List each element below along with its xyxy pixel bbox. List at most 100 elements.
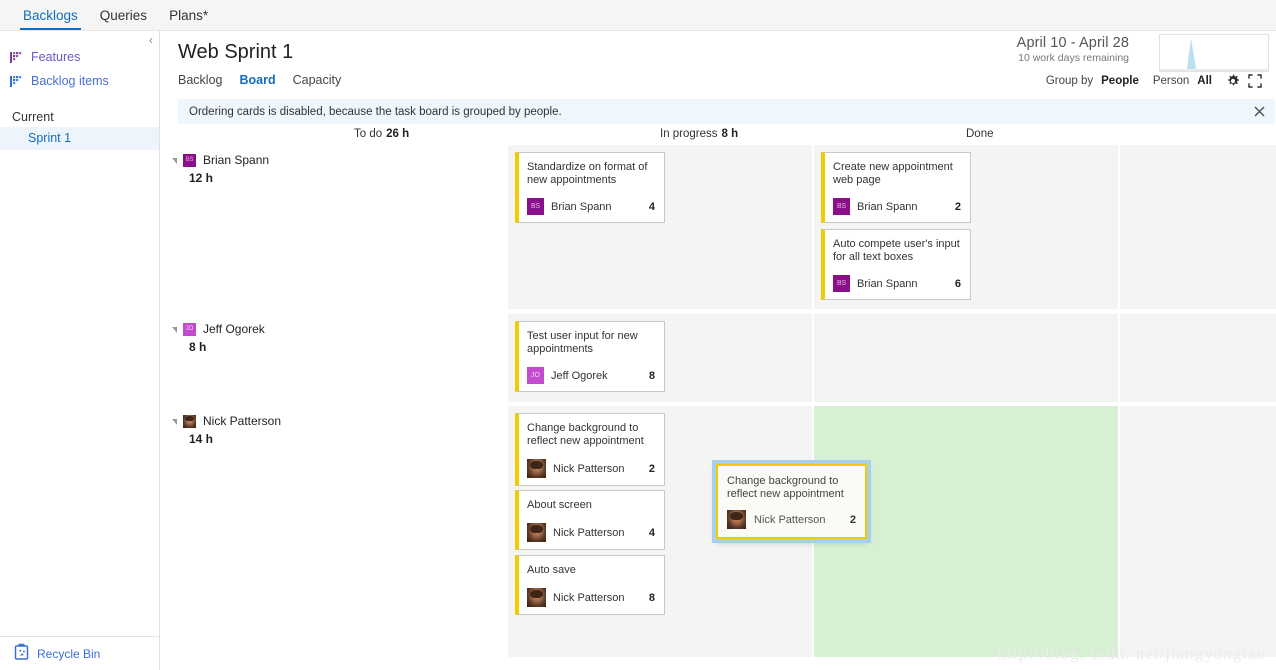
- task-card-points: 4: [648, 200, 655, 213]
- collapse-triangle-icon[interactable]: [172, 327, 177, 333]
- task-card-assignee: Nick Patterson: [553, 591, 625, 604]
- recycle-bin-icon: [14, 643, 29, 665]
- tab-backlog[interactable]: Backlog: [178, 73, 222, 87]
- task-card-points: 8: [648, 369, 655, 382]
- close-icon[interactable]: [1254, 104, 1265, 122]
- column-header-inprogress-hours: 8 h: [721, 128, 739, 140]
- burndown-sparkline[interactable]: [1159, 34, 1269, 72]
- board-toolbar: Group by People Person All: [1046, 74, 1262, 88]
- sidebar-section-current: Current: [12, 110, 54, 124]
- topnav-item-backlogs[interactable]: Backlogs: [12, 9, 89, 30]
- burndown-spike: [1187, 38, 1196, 69]
- topnav-item-queries[interactable]: Queries: [89, 9, 158, 30]
- group-by-value[interactable]: People: [1101, 75, 1139, 87]
- cell-brian-done[interactable]: [1120, 145, 1276, 309]
- burndown-baseline: [1160, 69, 1268, 71]
- cell-brian-inprogress[interactable]: Create new appointment web page Brian Sp…: [814, 145, 1118, 309]
- task-card-title: About screen: [527, 499, 592, 511]
- task-board: Brian Spann 12 h Standardize on format o…: [160, 145, 1276, 657]
- sprint-date-range-text: April 10 - April 28: [1016, 35, 1129, 51]
- sidebar-item-backlog-items-label: Backlog items: [31, 74, 109, 88]
- main-content: Web Sprint 1 Backlog Board Capacity Apri…: [160, 31, 1276, 670]
- dragged-task-card-points: 2: [849, 513, 856, 526]
- tab-capacity[interactable]: Capacity: [293, 73, 342, 87]
- gear-icon[interactable]: [1226, 74, 1240, 88]
- task-card-assignee: Brian Spann: [857, 277, 918, 290]
- person-hours: 12 h: [189, 171, 214, 185]
- avatar: [527, 459, 546, 478]
- task-card-title: Change background to reflect new appoint…: [527, 422, 644, 447]
- left-sidebar: ‹ Features Backlog items Current Sprint …: [0, 31, 160, 670]
- sprint-subtabs: Backlog Board Capacity: [178, 73, 341, 87]
- page-title: Web Sprint 1: [178, 41, 294, 63]
- avatar: [527, 367, 544, 384]
- sidebar-item-features-label: Features: [31, 50, 81, 64]
- task-card-points: 2: [648, 462, 655, 475]
- dragged-task-card-assignee: Nick Patterson: [754, 513, 826, 526]
- sidebar-item-features[interactable]: Features: [0, 45, 159, 69]
- task-card-assignee: Nick Patterson: [553, 526, 625, 539]
- avatar: [727, 510, 746, 529]
- column-header-inprogress: In progress 8 h: [660, 128, 738, 140]
- task-card[interactable]: Change background to reflect new appoint…: [515, 413, 665, 486]
- task-card-title: Create new appointment web page: [833, 161, 953, 186]
- taskboard-app: Backlogs Queries Plans* ‹ Features Backl…: [0, 0, 1276, 670]
- collapse-triangle-icon[interactable]: [172, 419, 177, 425]
- column-header-todo-name: To do: [354, 128, 383, 140]
- sidebar-item-sprint-1[interactable]: Sprint 1: [0, 127, 159, 150]
- column-header-done-name: Done: [966, 128, 994, 140]
- task-card[interactable]: Auto save Nick Patterson 8: [515, 555, 665, 615]
- avatar: [833, 198, 850, 215]
- avatar: [183, 414, 196, 428]
- person-filter-label: Person: [1152, 75, 1190, 87]
- watermark: http://blog. csdn. net/jiangyongtao: [997, 644, 1266, 663]
- dragged-task-card-title: Change background to reflect new appoint…: [727, 475, 844, 500]
- swimlane-brian-spann: Brian Spann 12 h Standardize on format o…: [160, 145, 1276, 309]
- cell-brian-todo[interactable]: Standardize on format of new appointment…: [508, 145, 812, 309]
- recycle-bin-label: Recycle Bin: [37, 646, 101, 661]
- task-card[interactable]: Test user input for new appointments Jef…: [515, 321, 665, 392]
- task-card[interactable]: Auto compete user's input for all text b…: [821, 229, 971, 300]
- column-header-todo-hours: 26 h: [386, 128, 410, 140]
- cell-nick-done[interactable]: [1120, 406, 1276, 657]
- flag-purple-icon: [10, 51, 23, 63]
- task-card-assignee: Brian Spann: [857, 200, 918, 213]
- task-card[interactable]: About screen Nick Patterson 4: [515, 490, 665, 550]
- task-card[interactable]: Standardize on format of new appointment…: [515, 152, 665, 223]
- avatar: [527, 523, 546, 542]
- swimlane-person-header: Jeff Ogorek 8 h: [172, 322, 347, 354]
- task-card-points: 4: [648, 526, 655, 539]
- person-name: Jeff Ogorek: [203, 322, 265, 336]
- chevron-left-icon[interactable]: ‹: [149, 34, 153, 46]
- task-card-assignee: Brian Spann: [551, 200, 612, 213]
- collapse-triangle-icon[interactable]: [172, 158, 177, 164]
- top-navigation: Backlogs Queries Plans*: [0, 0, 1276, 31]
- cell-jeff-done[interactable]: [1120, 314, 1276, 402]
- cell-jeff-inprogress[interactable]: [814, 314, 1118, 402]
- swimlane-person-header: Nick Patterson 14 h: [172, 414, 347, 446]
- fullscreen-icon[interactable]: [1248, 74, 1262, 88]
- topnav-item-plans[interactable]: Plans*: [158, 9, 219, 30]
- person-hours: 14 h: [189, 432, 214, 446]
- column-header-inprogress-name: In progress: [660, 128, 718, 140]
- tab-board[interactable]: Board: [239, 73, 275, 87]
- avatar: [527, 198, 544, 215]
- person-filter-value[interactable]: All: [1197, 75, 1212, 87]
- task-card-points: 2: [954, 200, 961, 213]
- task-card-title: Auto save: [527, 564, 576, 576]
- swimlane-jeff-ogorek: Jeff Ogorek 8 h Test user input for new …: [160, 314, 1276, 402]
- task-card-title: Test user input for new appointments: [527, 330, 638, 355]
- sidebar-item-backlog-items[interactable]: Backlog items: [0, 69, 159, 93]
- sprint-date-range: April 10 - April 28 10 work days remaini…: [1017, 35, 1129, 64]
- task-card-assignee: Jeff Ogorek: [551, 369, 608, 382]
- recycle-bin-button[interactable]: Recycle Bin: [0, 636, 159, 670]
- column-header-todo: To do 26 h: [354, 128, 409, 140]
- group-by-label: Group by: [1045, 75, 1094, 87]
- dragged-task-card[interactable]: Change background to reflect new appoint…: [716, 464, 867, 539]
- avatar: [833, 275, 850, 292]
- task-card[interactable]: Create new appointment web page Brian Sp…: [821, 152, 971, 223]
- column-header-done: Done: [966, 128, 998, 140]
- task-card-assignee: Nick Patterson: [553, 462, 625, 475]
- avatar: [183, 153, 196, 167]
- cell-jeff-todo[interactable]: Test user input for new appointments Jef…: [508, 314, 812, 402]
